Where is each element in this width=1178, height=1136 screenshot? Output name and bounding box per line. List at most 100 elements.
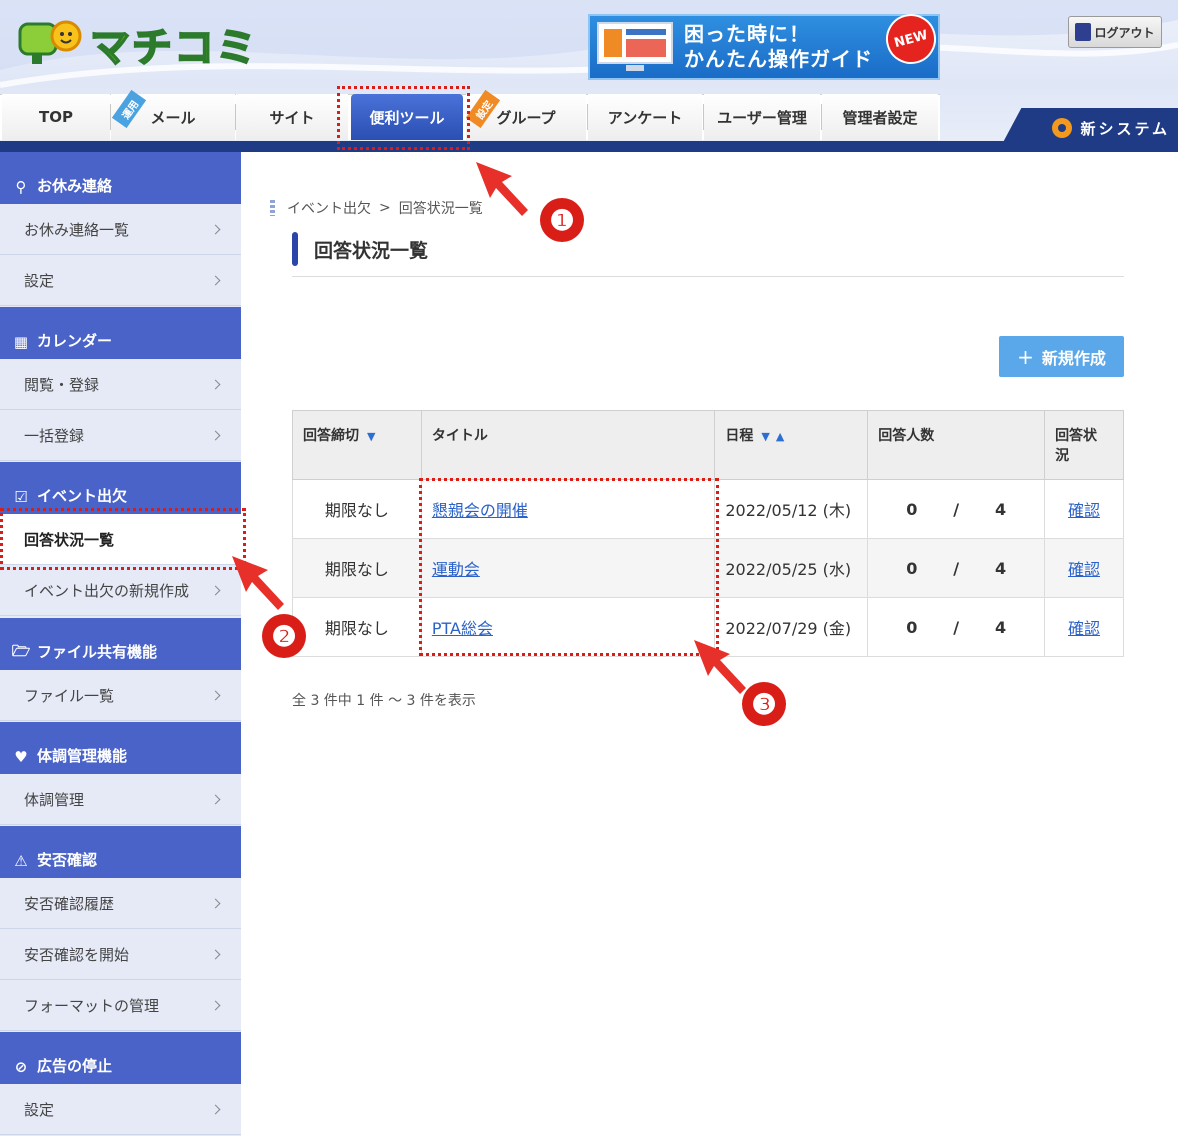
- col-deadline-label: 回答締切: [303, 428, 359, 444]
- tab-label: アンケート: [607, 108, 683, 127]
- sidebar-item-label: 一括登録: [24, 426, 85, 445]
- tab-label: サイト: [269, 108, 315, 127]
- sidebar-item-label: 安否確認履歴: [24, 894, 115, 913]
- sidebar-section-health: ♥ 体調管理機能: [0, 722, 241, 774]
- annotation-arrow-2-icon: [232, 556, 284, 610]
- cell-date: 2022/05/12 (木): [714, 479, 869, 539]
- sidebar-item-absence-settings[interactable]: 設定: [0, 255, 241, 306]
- logout-icon: [1075, 23, 1092, 41]
- chevron-right-icon: [210, 898, 221, 909]
- chevron-right-icon: [210, 585, 221, 596]
- logo-mascot-icon: [18, 18, 84, 70]
- annotation-arrow-3-icon: [694, 640, 746, 694]
- cell-count: 0 / 4: [867, 479, 1046, 539]
- sidebar-item-absence-list[interactable]: お休み連絡一覧: [0, 204, 241, 255]
- answered-count: 0: [906, 617, 918, 637]
- col-date[interactable]: 日程 ▼ ▲: [714, 410, 869, 480]
- tab-label: メール: [150, 108, 196, 127]
- cell-status: 確認: [1044, 597, 1124, 657]
- sort-down-icon[interactable]: ▼: [761, 430, 769, 443]
- total-count: 4: [994, 499, 1007, 519]
- cell-deadline: 期限なし: [292, 597, 422, 657]
- banner-text: 困った時に！ かんたん操作ガイド: [684, 22, 873, 72]
- annotation-box-tools-tab: [337, 86, 470, 150]
- chevron-right-icon: [210, 224, 221, 235]
- section-title: お休み連絡: [37, 177, 113, 195]
- sidebar-item-label: 安否確認を開始: [24, 945, 130, 964]
- col-status-label-1: 回答状: [1055, 428, 1098, 444]
- banner-line-1: 困った時に！: [684, 22, 810, 46]
- sidebar: ⚲ お休み連絡 お休み連絡一覧 設定 ▦ カレンダー 閲覧・登録 一括登録 ☑ イベン…: [0, 152, 241, 1136]
- sidebar-item-file-list[interactable]: ファイル一覧: [0, 670, 241, 721]
- logout-button[interactable]: ログアウト: [1068, 16, 1162, 48]
- cell-date: 2022/05/25 (水): [714, 538, 869, 598]
- title-divider: [292, 276, 1124, 277]
- tab-site[interactable]: サイト: [236, 94, 348, 140]
- sidebar-item-label: ファイル一覧: [24, 686, 115, 705]
- machicomi-logo[interactable]: マチコミ: [18, 14, 263, 74]
- sidebar-item-calendar-view[interactable]: 閲覧・登録: [0, 359, 241, 410]
- monitor-icon: [596, 21, 674, 73]
- total-count: 4: [994, 617, 1007, 637]
- sidebar-section-calendar: ▦ カレンダー: [0, 307, 241, 359]
- guide-banner[interactable]: 困った時に！ かんたん操作ガイド NEW: [588, 8, 942, 80]
- plus-icon: +: [1017, 344, 1034, 369]
- sidebar-item-ad-settings[interactable]: 設定: [0, 1084, 241, 1135]
- nav-underline: [0, 141, 1178, 152]
- answered-count: 0: [906, 499, 918, 519]
- sort-down-icon[interactable]: ▼: [367, 430, 375, 443]
- col-date-label: 日程: [725, 428, 754, 444]
- sidebar-section-absence: ⚲ お休み連絡: [0, 152, 241, 204]
- tab-survey[interactable]: アンケート: [588, 94, 702, 140]
- sort-up-icon[interactable]: ▲: [776, 430, 784, 443]
- answered-count: 0: [906, 558, 918, 578]
- col-deadline[interactable]: 回答締切 ▼: [292, 410, 422, 480]
- chevron-right-icon: [210, 275, 221, 286]
- calendar-check-icon: ☑: [14, 488, 28, 506]
- cell-status: 確認: [1044, 479, 1124, 539]
- pagination-summary: 全 3 件中 1 件 ～ 3 件を表示: [292, 693, 476, 709]
- logo-text: マチコミ: [89, 24, 258, 72]
- tab-top[interactable]: TOP: [2, 94, 110, 140]
- annotation-number-2: ❷: [262, 614, 306, 658]
- warning-icon: ⚠: [14, 852, 28, 870]
- count-slash: /: [953, 499, 960, 519]
- col-title: タイトル: [420, 410, 716, 480]
- col-status: 回答状況: [1044, 410, 1124, 480]
- tab-user-management[interactable]: ユーザー管理: [704, 94, 820, 140]
- sidebar-item-safety-history[interactable]: 安否確認履歴: [0, 878, 241, 929]
- sidebar-item-new-event[interactable]: イベント出欠の新規作成: [0, 565, 241, 616]
- sidebar-item-health-management[interactable]: 体調管理: [0, 774, 241, 825]
- chevron-right-icon: [210, 949, 221, 960]
- breadcrumb-parent[interactable]: イベント出欠: [287, 198, 371, 218]
- folder-icon: 🗁: [11, 641, 31, 660]
- count-slash: /: [953, 558, 960, 578]
- section-title: 体調管理機能: [37, 747, 128, 765]
- sidebar-item-format-management[interactable]: フォーマットの管理: [0, 980, 241, 1031]
- chevron-right-icon: [210, 1104, 221, 1115]
- no-entry-icon: ⊘: [14, 1058, 28, 1076]
- sidebar-item-label: イベント出欠の新規作成: [24, 581, 190, 600]
- sidebar-item-label: 設定: [24, 1100, 55, 1119]
- cell-count: 0 / 4: [867, 597, 1046, 657]
- person-icon: ⚲: [15, 178, 27, 196]
- sidebar-item-bulk-register[interactable]: 一括登録: [0, 410, 241, 461]
- confirm-link[interactable]: 確認: [1068, 501, 1100, 520]
- breadcrumb-dots-icon: [270, 200, 275, 216]
- section-title: カレンダー: [37, 332, 113, 350]
- confirm-link[interactable]: 確認: [1068, 619, 1100, 638]
- chevron-right-icon: [210, 379, 221, 390]
- tab-admin-settings[interactable]: 管理者設定: [822, 94, 938, 140]
- tab-label: ユーザー管理: [717, 108, 807, 127]
- table-header-row: 回答締切 ▼ タイトル 日程 ▼ ▲ 回答人数 回答状況: [292, 410, 1124, 480]
- chevron-right-icon: [210, 690, 221, 701]
- sidebar-item-label: 体調管理: [24, 790, 85, 809]
- new-badge: NEW: [880, 8, 942, 70]
- cell-count: 0 / 4: [867, 538, 1046, 598]
- sidebar-section-event-attendance: ☑ イベント出欠: [0, 462, 241, 514]
- sidebar-item-safety-start[interactable]: 安否確認を開始: [0, 929, 241, 980]
- col-count-label: 回答人数: [878, 428, 935, 444]
- new-create-button[interactable]: + 新規作成: [999, 336, 1124, 377]
- annotation-number-3: ❸: [742, 682, 786, 726]
- confirm-link[interactable]: 確認: [1068, 560, 1100, 579]
